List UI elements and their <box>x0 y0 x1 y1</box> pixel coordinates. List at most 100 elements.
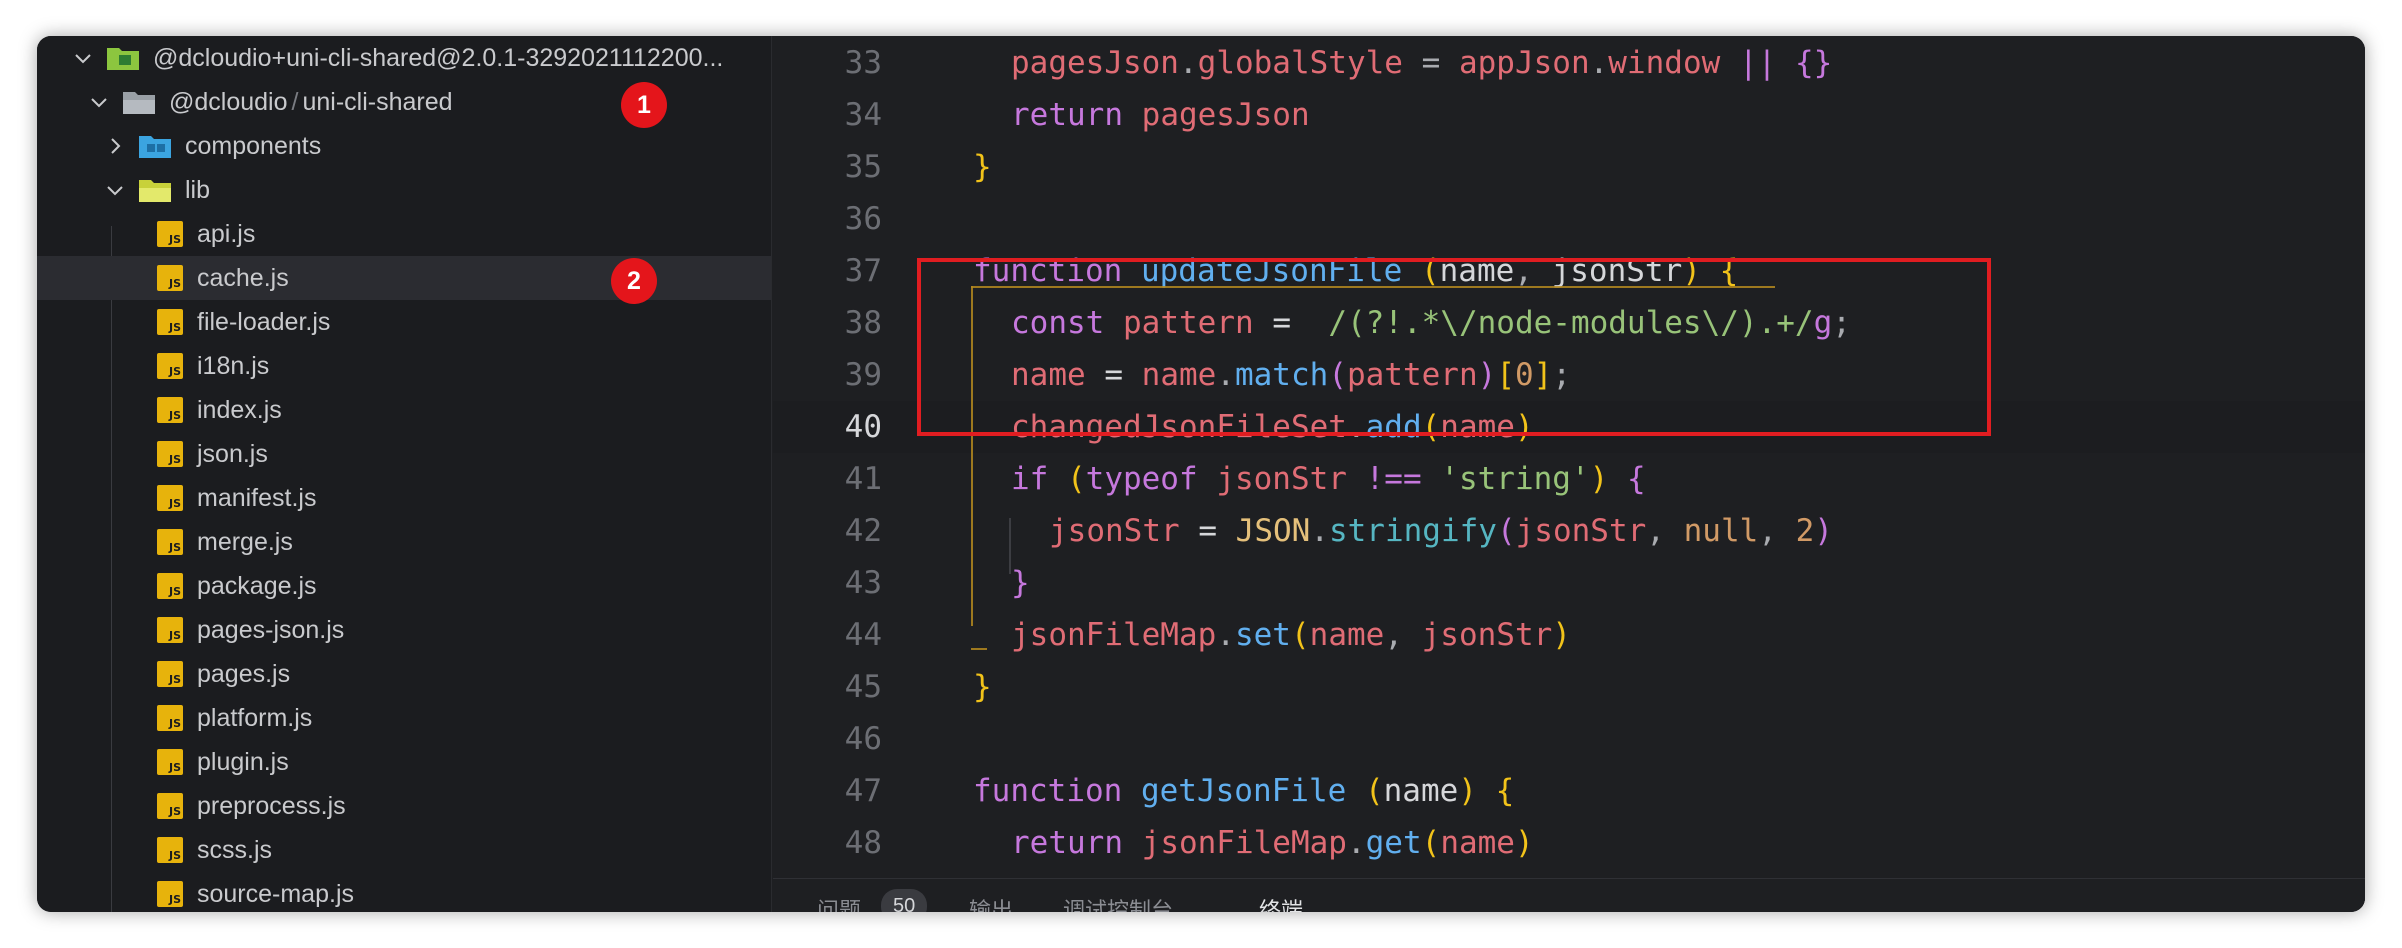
line-number: 33 <box>844 45 882 81</box>
code-line[interactable]: 34 return pagesJson <box>773 89 2365 141</box>
code-line[interactable]: 47 function getJsonFile (name) { <box>773 765 2365 817</box>
chevron-right-icon[interactable] <box>103 134 127 158</box>
js-file-icon: JS <box>157 617 183 643</box>
folder-components-icon <box>137 132 173 160</box>
code-token: ( <box>1048 461 1086 497</box>
code-token: get <box>1365 825 1422 861</box>
code-text: jsonStr = JSON.stringify(jsonStr, null, … <box>1049 513 1833 549</box>
code-token: } <box>973 149 992 185</box>
tree-item-file[interactable]: JS scss.js <box>37 828 772 872</box>
line-number: 42 <box>844 513 882 549</box>
code-editor[interactable]: 33 pagesJson.globalStyle = appJson.window… <box>773 36 2365 912</box>
tree-item-label: i18n.js <box>197 351 270 380</box>
chevron-down-icon[interactable] <box>71 46 95 70</box>
tree-item-file[interactable]: JS package.js <box>37 564 772 608</box>
code-token: function <box>973 773 1123 809</box>
tree-item-file[interactable]: JS platform.js <box>37 696 772 740</box>
tree-item-label: source-map.js <box>197 879 354 908</box>
tree-item-label: platform.js <box>197 703 313 732</box>
tree-item-file[interactable]: JS preprocess.js <box>37 784 772 828</box>
code-token: ) <box>1552 617 1571 653</box>
chevron-down-icon[interactable] <box>87 90 111 114</box>
tree-item-label: manifest.js <box>197 483 317 512</box>
line-number: 36 <box>844 201 882 237</box>
code-text: return pagesJson <box>1011 97 1310 133</box>
code-line[interactable]: 41 if (typeof jsonStr !== 'string') { <box>773 453 2365 505</box>
code-token: name <box>1309 617 1385 653</box>
tree-item-file[interactable]: JS api.js <box>37 212 772 256</box>
tree-item-file[interactable]: JS cache.js <box>37 256 772 300</box>
code-line[interactable]: 44 jsonFileMap.set(name, jsonStr) <box>773 609 2365 661</box>
js-file-icon: JS <box>157 705 183 731</box>
code-token: null <box>1683 513 1759 549</box>
code-token: jsonStr <box>1421 617 1553 653</box>
code-line[interactable]: 33 pagesJson.globalStyle = appJson.window… <box>773 37 2365 89</box>
code-line[interactable]: 36 <box>773 193 2365 245</box>
tab-problems[interactable]: 问题 <box>817 893 861 912</box>
tree-item-lib[interactable]: lib <box>37 168 772 212</box>
tab-debug-console[interactable]: 调试控制台 <box>1063 893 1173 912</box>
js-file-icon: JS <box>157 529 183 555</box>
code-token: . <box>1310 513 1329 549</box>
code-token: set <box>1234 617 1291 653</box>
code-token: stringify <box>1328 513 1497 549</box>
tree-item-components[interactable]: components <box>37 124 772 168</box>
tree-item-file[interactable]: JS index.js <box>37 388 772 432</box>
tree-item-file[interactable]: JS plugin.js <box>37 740 772 784</box>
tree-item-file[interactable]: JS pages.js <box>37 652 772 696</box>
code-token: window <box>1608 45 1721 81</box>
line-number: 37 <box>844 253 882 289</box>
tree-item-package-root[interactable]: @dcloudio+uni-cli-shared@2.0.1-329202111… <box>37 36 772 80</box>
code-token: } <box>1011 565 1030 601</box>
tab-terminal[interactable]: 终端 <box>1259 893 1303 912</box>
js-file-icon: JS <box>157 309 183 335</box>
code-line[interactable]: 46 <box>773 713 2365 765</box>
chevron-down-icon[interactable] <box>103 178 127 202</box>
js-file-icon: JS <box>157 881 183 907</box>
line-number: 45 <box>844 669 882 705</box>
js-file-icon: JS <box>157 661 183 687</box>
code-token: , <box>1384 617 1422 653</box>
code-line[interactable]: 45} <box>773 661 2365 713</box>
tree-item-file[interactable]: JS source-map.js <box>37 872 772 912</box>
code-text: function getJsonFile (name) { <box>973 773 1514 809</box>
code-line[interactable]: 35} <box>773 141 2365 193</box>
code-token: pagesJson <box>1141 97 1310 133</box>
code-text: return jsonFileMap.get(name) <box>1011 825 1534 861</box>
tree-item-label: pages-json.js <box>197 615 345 644</box>
line-number: 39 <box>844 357 882 393</box>
tree-item-file[interactable]: JS merge.js <box>37 520 772 564</box>
js-file-icon: JS <box>157 353 183 379</box>
js-file-icon: JS <box>157 221 183 247</box>
code-line[interactable]: 42 jsonStr = JSON.stringify(jsonStr, null… <box>773 505 2365 557</box>
js-file-icon: JS <box>157 837 183 863</box>
tree-item-file[interactable]: JS manifest.js <box>37 476 772 520</box>
annotation-marker-2: 2 <box>611 258 657 304</box>
line-number: 48 <box>844 825 882 861</box>
code-token: ( <box>1364 773 1384 809</box>
code-token: } <box>973 669 992 705</box>
code-line[interactable]: 48 return jsonFileMap.get(name) <box>773 817 2365 869</box>
tree-item-file[interactable]: JS i18n.js <box>37 344 772 388</box>
code-token: globalStyle <box>1197 45 1403 81</box>
tab-output[interactable]: 输出 <box>969 893 1013 912</box>
tree-item-label: package.js <box>197 571 317 600</box>
code-token: getJsonFile <box>1140 773 1347 809</box>
tree-item-file[interactable]: JS pages-json.js <box>37 608 772 652</box>
code-line[interactable]: 43} <box>773 557 2365 609</box>
code-token: return <box>1011 97 1123 133</box>
editor-window: @dcloudio+uni-cli-shared@2.0.1-329202111… <box>37 36 2365 912</box>
code-token: jsonStr <box>1049 513 1180 549</box>
tree-item-label: cache.js <box>197 263 289 292</box>
code-token: . <box>1589 45 1609 81</box>
code-token: . <box>1346 825 1366 861</box>
tree-item-file[interactable]: JS json.js <box>37 432 772 476</box>
code-token: jsonStr <box>1216 461 1347 497</box>
code-token: . <box>1178 45 1198 81</box>
tree-item-file[interactable]: JS file-loader.js <box>37 300 772 344</box>
code-token: { <box>1608 461 1646 497</box>
